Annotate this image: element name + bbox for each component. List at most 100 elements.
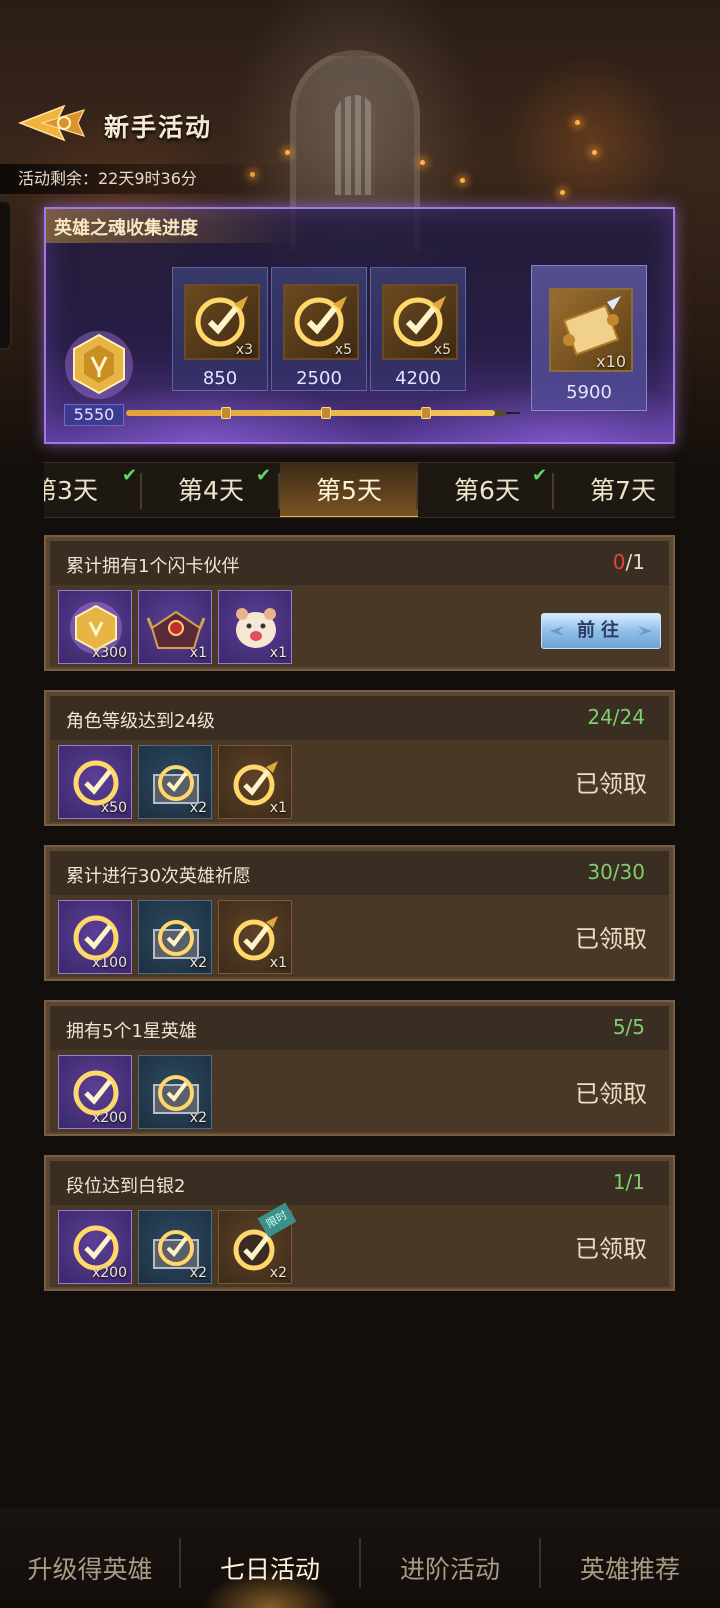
tab-day-5[interactable]: 第5天 — [280, 463, 418, 517]
soul-title-banner: 英雄之魂收集进度 — [46, 209, 306, 243]
reward-item[interactable]: x1 — [218, 900, 292, 974]
go-button[interactable]: 前往 — [541, 613, 661, 649]
reward-item[interactable]: x1 — [138, 590, 212, 664]
task-progress: 5/5 — [612, 1015, 645, 1039]
task-header: 累计拥有1个闪卡伙伴 0/1 — [50, 541, 669, 585]
soul-current-count: 5550 — [64, 404, 124, 426]
soul-collection-panel: 英雄之魂收集进度 5550 x3 850 x5 2500 x5 4200 x10… — [44, 207, 675, 444]
task-header: 拥有5个1星英雄 5/5 — [50, 1006, 669, 1050]
milestone-value: 850 — [202, 368, 238, 389]
milestone-qty: x10 — [596, 352, 626, 371]
reward-item[interactable]: x2 — [138, 1055, 212, 1129]
reward-item[interactable]: x200 — [58, 1210, 132, 1284]
reward-qty: x200 — [91, 1110, 127, 1126]
reward-qty: x50 — [100, 800, 127, 816]
tab-label: 第7天 — [590, 476, 656, 505]
reward-item[interactable]: x300 — [58, 590, 132, 664]
milestone-reward[interactable]: x5 2500 — [271, 267, 367, 391]
task-rewards: x200 x2 限时 x2 已领取 — [50, 1202, 669, 1287]
reward-item[interactable]: x2 — [138, 1210, 212, 1284]
page-title: 新手活动 — [104, 113, 213, 142]
task-progress: 0/1 — [613, 550, 645, 574]
task-progress-current: 0 — [612, 550, 626, 574]
task-header: 段位达到白银2 1/1 — [50, 1161, 669, 1205]
task-rewards: x300 x1 x1 前往 — [50, 585, 669, 667]
task-rewards: x50 x2 x1 已领取 — [50, 740, 669, 822]
side-drawer-handle[interactable] — [0, 200, 12, 350]
day-tabs: 第3天 ✔ 第4天 ✔ 第5天 第6天 ✔ 第7天 — [44, 462, 675, 518]
reward-qty: x300 — [91, 645, 127, 661]
hero-soul-emblem-icon — [65, 331, 133, 399]
task-title: 段位达到白银2 — [66, 1176, 186, 1197]
reward-qty: x1 — [269, 955, 287, 971]
task-progress: 1/1 — [612, 1170, 645, 1194]
hero-soul-icon[interactable] — [64, 327, 134, 403]
task-card: 段位达到白银2 1/1 x200 x2 限时 x2 已领取 — [44, 1155, 675, 1291]
nav-tab-upgrade-hero[interactable]: 升级得英雄 — [0, 1508, 180, 1608]
claimed-status: 已领取 — [575, 1080, 647, 1108]
task-progress-total: /1 — [625, 550, 645, 574]
tab-day-3[interactable]: 第3天 — [44, 463, 134, 517]
tab-label: 第4天 — [178, 476, 244, 505]
milestone-reward[interactable]: x5 4200 — [370, 267, 466, 391]
reward-qty: x2 — [269, 1265, 287, 1281]
reward-item[interactable]: x100 — [58, 900, 132, 974]
candle-light — [420, 160, 425, 165]
reward-qty: x1 — [189, 645, 207, 661]
progress-node — [221, 407, 231, 419]
progress-track-end — [506, 412, 520, 414]
tab-label: 第3天 — [44, 476, 98, 505]
reward-item[interactable]: x2 — [138, 900, 212, 974]
tab-day-7[interactable]: 第7天 — [554, 463, 675, 517]
milestone-reward[interactable]: x3 850 — [172, 267, 268, 391]
task-card: 角色等级达到24级 24/24 x50 x2 x1 已领取 — [44, 690, 675, 826]
task-card: 累计进行30次英雄祈愿 30/30 x100 x2 x1 已领取 — [44, 845, 675, 981]
reward-item[interactable]: x50 — [58, 745, 132, 819]
final-milestone-reward[interactable]: x10 5900 — [531, 265, 647, 411]
reward-qty: x2 — [189, 1110, 207, 1126]
back-button[interactable] — [17, 102, 88, 144]
header: 新手活动 — [0, 96, 720, 152]
reward-item[interactable]: x1 — [218, 745, 292, 819]
milestone-qty: x5 — [433, 342, 451, 358]
task-card: 拥有5个1星英雄 5/5 x200 x2 已领取 — [44, 1000, 675, 1136]
milestone-value: 5900 — [566, 382, 612, 403]
progress-node — [321, 407, 331, 419]
reward-item[interactable]: x1 — [218, 590, 292, 664]
tab-label: 第5天 — [316, 476, 382, 505]
soul-progress-fill — [126, 410, 495, 416]
task-progress: 24/24 — [587, 705, 645, 729]
task-rewards: x200 x2 已领取 — [50, 1050, 669, 1132]
reward-item[interactable]: x200 — [58, 1055, 132, 1129]
reward-qty: x2 — [189, 1265, 207, 1281]
check-icon: ✔ — [256, 465, 272, 486]
reward-qty: x2 — [189, 800, 207, 816]
reward-qty: x2 — [189, 955, 207, 971]
task-rewards: x100 x2 x1 已领取 — [50, 895, 669, 977]
task-title: 角色等级达到24级 — [66, 711, 215, 732]
task-title: 累计拥有1个闪卡伙伴 — [66, 556, 240, 577]
nav-tab-advanced[interactable]: 进阶活动 — [360, 1508, 540, 1608]
task-title: 拥有5个1星英雄 — [66, 1021, 197, 1042]
reward-qty: x1 — [269, 800, 287, 816]
bottom-navigation: 升级得英雄 七日活动 进阶活动 英雄推荐 — [0, 1508, 720, 1608]
reward-qty: x1 — [269, 645, 287, 661]
milestone-qty: x5 — [334, 342, 352, 358]
task-title: 累计进行30次英雄祈愿 — [66, 866, 251, 887]
nav-tab-seven-day[interactable]: 七日活动 — [180, 1508, 360, 1608]
progress-node — [421, 407, 431, 419]
candle-light — [560, 190, 565, 195]
check-icon: ✔ — [532, 465, 548, 486]
reward-item[interactable]: 限时 x2 — [218, 1202, 297, 1284]
milestone-value: 4200 — [395, 368, 441, 389]
soul-panel-title: 英雄之魂收集进度 — [54, 218, 198, 239]
reward-qty: x200 — [91, 1265, 127, 1281]
task-header: 角色等级达到24级 24/24 — [50, 696, 669, 740]
milestone-value: 2500 — [296, 368, 342, 389]
reward-item[interactable]: x2 — [138, 745, 212, 819]
task-progress: 30/30 — [587, 860, 645, 884]
check-icon: ✔ — [122, 465, 138, 486]
nav-tab-hero-recommend[interactable]: 英雄推荐 — [540, 1508, 720, 1608]
tab-label: 第6天 — [454, 476, 520, 505]
milestone-qty: x3 — [235, 342, 253, 358]
